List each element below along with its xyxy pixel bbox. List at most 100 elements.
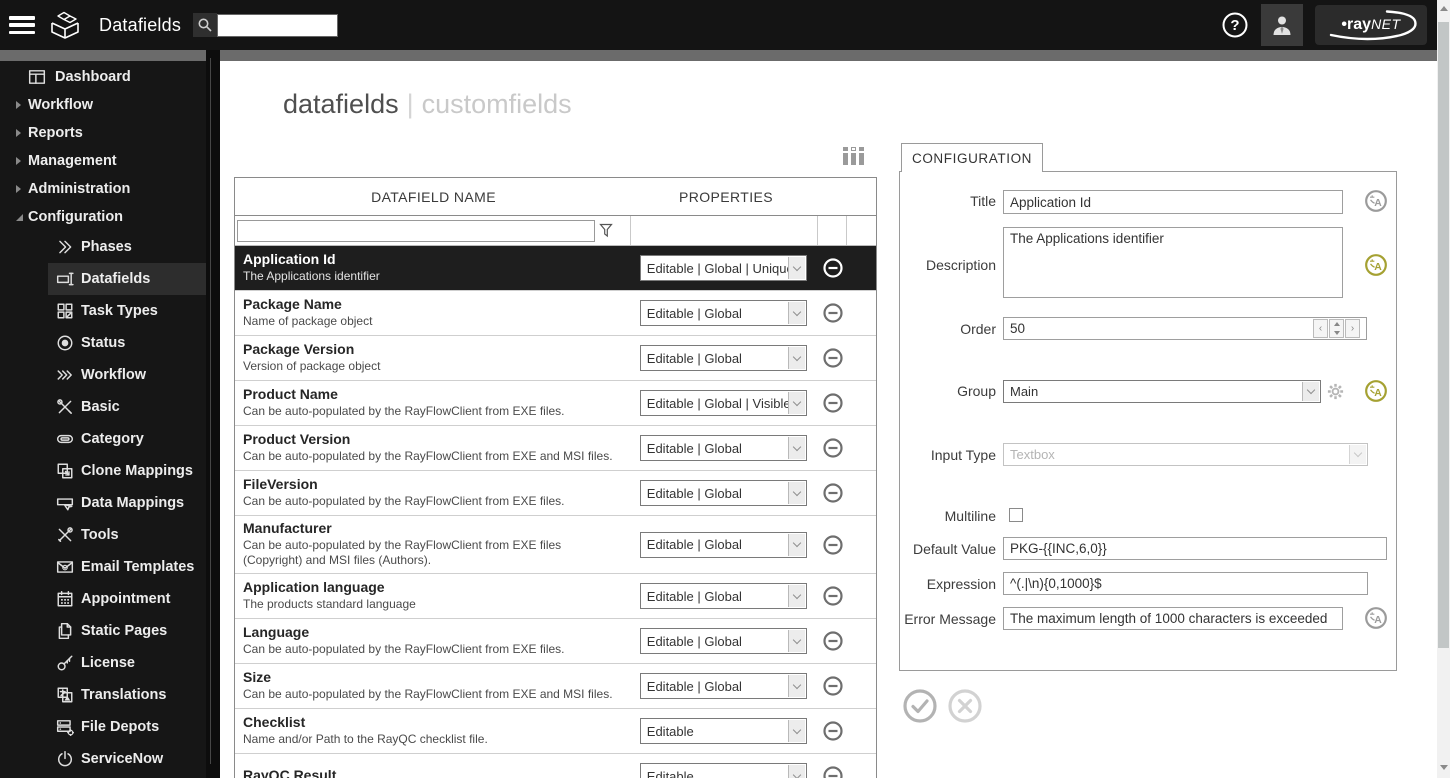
sidebar-item-dashboard[interactable]: Dashboard <box>0 63 206 91</box>
expander-expanded-icon[interactable] <box>16 213 23 221</box>
sidebar-item-license[interactable]: License <box>0 647 206 679</box>
sidebar-item-category[interactable]: Category <box>0 423 206 455</box>
sidebar-scrollbar[interactable] <box>206 50 220 778</box>
expander-collapsed-icon[interactable] <box>16 101 21 109</box>
scrollbar-thumb[interactable] <box>1438 22 1449 648</box>
table-row[interactable]: Application language The products standar… <box>235 574 876 619</box>
remove-datafield-button[interactable] <box>822 257 844 279</box>
column-header-properties[interactable]: PROPERTIES <box>632 189 820 205</box>
search-input[interactable] <box>217 13 339 37</box>
user-menu-button[interactable] <box>1261 4 1303 46</box>
expander-collapsed-icon[interactable] <box>16 157 21 165</box>
translate-description-icon[interactable]: A <box>1364 253 1388 277</box>
sidebar-item-configuration[interactable]: Configuration <box>0 203 206 231</box>
multiline-checkbox[interactable] <box>1009 508 1023 522</box>
properties-select[interactable]: Editable | Global <box>639 345 807 371</box>
order-updown-stepper[interactable] <box>1329 319 1344 338</box>
remove-datafield-button[interactable] <box>822 437 844 459</box>
translate-title-icon[interactable]: A <box>1364 189 1388 213</box>
table-row[interactable]: Checklist Name and/or Path to the RayQC c… <box>235 709 876 754</box>
sidebar-item-reports[interactable]: Reports <box>0 119 206 147</box>
table-row[interactable]: Application Id The Applications identifie… <box>235 246 876 291</box>
name-filter-input[interactable] <box>237 219 595 242</box>
title-input[interactable] <box>1003 190 1343 214</box>
remove-datafield-button[interactable] <box>822 302 844 324</box>
order-increment-button[interactable]: › <box>1345 319 1360 338</box>
help-icon[interactable]: ? <box>1221 11 1249 39</box>
remove-datafield-button[interactable] <box>822 347 844 369</box>
remove-datafield-button[interactable] <box>822 585 844 607</box>
properties-select[interactable]: Editable <box>639 718 807 744</box>
sidebar-item-workflow[interactable]: Workflow <box>0 359 206 391</box>
expander-collapsed-icon[interactable] <box>16 185 21 193</box>
sidebar-item-static-pages[interactable]: Static Pages <box>0 615 206 647</box>
table-row[interactable]: Size Can be auto-populated by the RayFlow… <box>235 664 876 709</box>
filter-funnel-icon[interactable] <box>599 223 613 239</box>
breadcrumb-datafields[interactable]: datafields <box>283 89 399 119</box>
table-row[interactable]: Manufacturer Can be auto-populated by the… <box>235 516 876 574</box>
table-row[interactable]: Package Version Version of package object… <box>235 336 876 381</box>
properties-select[interactable]: Editable | Global | Visible <box>639 390 807 416</box>
sidebar-item-task-types[interactable]: Task Types <box>0 295 206 327</box>
order-decrement-button[interactable]: ‹ <box>1313 319 1328 338</box>
scroll-up-arrow[interactable] <box>1440 6 1448 11</box>
remove-datafield-button[interactable] <box>822 675 844 697</box>
column-chooser-icon[interactable] <box>843 147 864 165</box>
sidebar-item-data-mappings[interactable]: Data Mappings <box>0 487 206 519</box>
sidebar-item-management[interactable]: Management <box>0 147 206 175</box>
error-message-input[interactable] <box>1003 607 1343 630</box>
page-scrollbar[interactable] <box>1437 0 1450 778</box>
sidebar-item-phases[interactable]: Phases <box>0 231 206 263</box>
remove-datafield-button[interactable] <box>822 392 844 414</box>
sidebar-item-file-depots[interactable]: File Depots <box>0 711 206 743</box>
table-row[interactable]: FileVersion Can be auto-populated by the … <box>235 471 876 516</box>
remove-datafield-button[interactable] <box>822 482 844 504</box>
remove-datafield-button[interactable] <box>822 720 844 742</box>
remove-datafield-button[interactable] <box>822 534 844 556</box>
properties-select[interactable]: Editable | Global <box>639 300 807 326</box>
expression-input[interactable] <box>1003 572 1368 595</box>
table-row[interactable]: Language Can be auto-populated by the Ray… <box>235 619 876 664</box>
sidebar-item-servicenow[interactable]: ServiceNow <box>0 743 206 775</box>
group-select[interactable]: Main <box>1003 380 1321 403</box>
sidebar-item-email-templates[interactable]: Email Templates <box>0 551 206 583</box>
column-header-datafield-name[interactable]: DATAFIELD NAME <box>235 189 632 205</box>
properties-select[interactable]: Editable | Global <box>639 480 807 506</box>
sidebar-item-datafields[interactable]: Datafields <box>48 263 206 295</box>
breadcrumb-customfields[interactable]: customfields <box>422 89 572 119</box>
remove-datafield-button[interactable] <box>822 630 844 652</box>
table-row[interactable]: Package Name Name of package object Editab… <box>235 291 876 336</box>
sidebar-item-tools[interactable]: Tools <box>0 519 206 551</box>
properties-select[interactable]: Editable <box>639 763 807 778</box>
table-row[interactable]: Product Version Can be auto-populated by … <box>235 426 876 471</box>
properties-select[interactable]: Editable | Global <box>639 435 807 461</box>
sidebar-item-status[interactable]: Status <box>0 327 206 359</box>
remove-datafield-button[interactable] <box>822 765 844 778</box>
table-row[interactable]: RayQC Result Editable <box>235 754 876 778</box>
properties-select[interactable]: Editable | Global <box>639 583 807 609</box>
raynet-logo[interactable]: •rayNET <box>1315 5 1427 45</box>
group-settings-gear-icon[interactable] <box>1326 382 1345 401</box>
table-row[interactable]: Product Name Can be auto-populated by the… <box>235 381 876 426</box>
tab-configuration[interactable]: CONFIGURATION <box>901 143 1043 172</box>
sidebar-item-clone-mappings[interactable]: Clone Mappings <box>0 455 206 487</box>
cancel-button[interactable] <box>947 688 983 724</box>
properties-select[interactable]: Editable | Global | Unique <box>639 255 807 281</box>
search-icon[interactable] <box>193 13 218 37</box>
translate-error-message-icon[interactable]: A <box>1364 606 1388 630</box>
sidebar-item-administration[interactable]: Administration <box>0 175 206 203</box>
sidebar-item-translations[interactable]: Translations <box>0 679 206 711</box>
confirm-button[interactable] <box>902 688 938 724</box>
properties-select[interactable]: Editable | Global <box>639 673 807 699</box>
scroll-down-arrow[interactable] <box>1440 765 1448 770</box>
sidebar-item-basic[interactable]: Basic <box>0 391 206 423</box>
description-textarea[interactable]: The Applications identifier <box>1003 227 1343 298</box>
sidebar-item-workflow[interactable]: Workflow <box>0 91 206 119</box>
expander-collapsed-icon[interactable] <box>16 129 21 137</box>
properties-select[interactable]: Editable | Global <box>639 628 807 654</box>
properties-select[interactable]: Editable | Global <box>639 531 807 558</box>
hamburger-menu-icon[interactable] <box>9 16 35 34</box>
sidebar-item-appointment[interactable]: Appointment <box>0 583 206 615</box>
default-value-input[interactable] <box>1003 537 1387 560</box>
translate-group-icon[interactable]: A <box>1364 379 1388 403</box>
